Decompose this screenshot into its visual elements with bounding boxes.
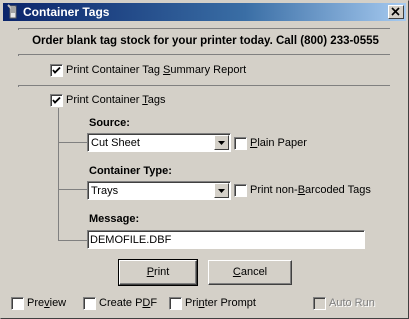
container-tags-dialog: Container Tags Order blank tag stock for… [0,0,409,319]
section-separator [18,85,390,87]
print-tags-checkbox[interactable] [50,94,63,107]
message-label: Message: [89,213,140,225]
window-title: Container Tags [23,5,110,19]
summary-report-label-post: ummary Report [170,64,247,76]
order-banner: Order blank tag stock for your printer t… [32,35,379,47]
printer-prompt-checkbox[interactable] [169,297,182,310]
auto-run-label: Auto Run [329,297,375,309]
message-field[interactable] [87,230,365,249]
print-button-label: rint [154,266,170,278]
tree-line-message [58,240,87,241]
plain-paper-checkbox[interactable] [234,137,247,150]
print-button[interactable]: Print [118,259,198,286]
container-type-dropdown-button[interactable] [214,183,229,198]
source-select[interactable]: Cut Sheet [87,133,231,152]
banner-separator-bottom [18,54,390,56]
banner-separator-top [18,28,390,30]
container-type-label: Container Type: [89,165,172,177]
cancel-button-accel: C [232,266,241,278]
plain-paper-label[interactable]: Plain Paper [250,137,307,149]
non-barcoded-label-pre: Print non- [250,184,298,196]
non-barcoded-label-post: arcoded Tags [305,184,371,196]
check-icon [52,96,61,104]
print-tags-label-post: ags [147,94,166,106]
close-button[interactable] [388,5,404,19]
container-type-select[interactable]: Trays [87,181,231,200]
preview-label-pre: Pre [27,297,45,309]
auto-run-checkbox [313,297,326,310]
preview-label-post: iew [49,297,67,309]
non-barcoded-label[interactable]: Print non-Barcoded Tags [250,184,371,196]
plain-paper-label-post: lain Paper [257,137,307,149]
summary-report-label-pre: Print Container Tag [66,64,164,76]
summary-report-label[interactable]: Print Container Tag Summary Report [66,64,246,76]
chevron-down-icon [218,189,225,193]
print-tags-label-pre: Print Container [66,94,143,106]
source-dropdown-button[interactable] [214,135,229,150]
tree-line-source [58,142,87,143]
container-type-select-value: Trays [91,185,119,197]
check-icon [52,66,61,74]
message-input[interactable] [88,231,364,248]
source-select-value: Cut Sheet [91,137,140,149]
chevron-down-icon [218,141,225,145]
title-bar: Container Tags [3,3,406,21]
cancel-button-label: ancel [240,266,268,278]
tree-line-vertical [58,108,59,241]
create-pdf-label-post: F [150,297,158,309]
non-barcoded-checkbox[interactable] [234,184,247,197]
create-pdf-label-pre: Create P [99,297,143,309]
source-label: Source: [89,117,130,129]
tree-line-container-type [58,189,87,190]
non-barcoded-label-accel: B [297,184,306,196]
close-icon [391,7,400,16]
print-button-accel: P [146,266,155,278]
summary-report-checkbox[interactable] [50,64,63,77]
create-pdf-label[interactable]: Create PDF [99,297,157,309]
preview-checkbox[interactable] [11,297,24,310]
printer-prompt-label-pre: Pri [185,297,199,309]
print-tags-label[interactable]: Print Container Tags [66,94,165,106]
printer-prompt-label-post: ter Prompt [204,297,256,309]
cancel-button[interactable]: Cancel [208,260,292,285]
preview-label[interactable]: Preview [27,297,66,309]
create-pdf-checkbox[interactable] [83,297,96,310]
app-icon [7,4,17,19]
printer-prompt-label[interactable]: Printer Prompt [185,297,256,309]
